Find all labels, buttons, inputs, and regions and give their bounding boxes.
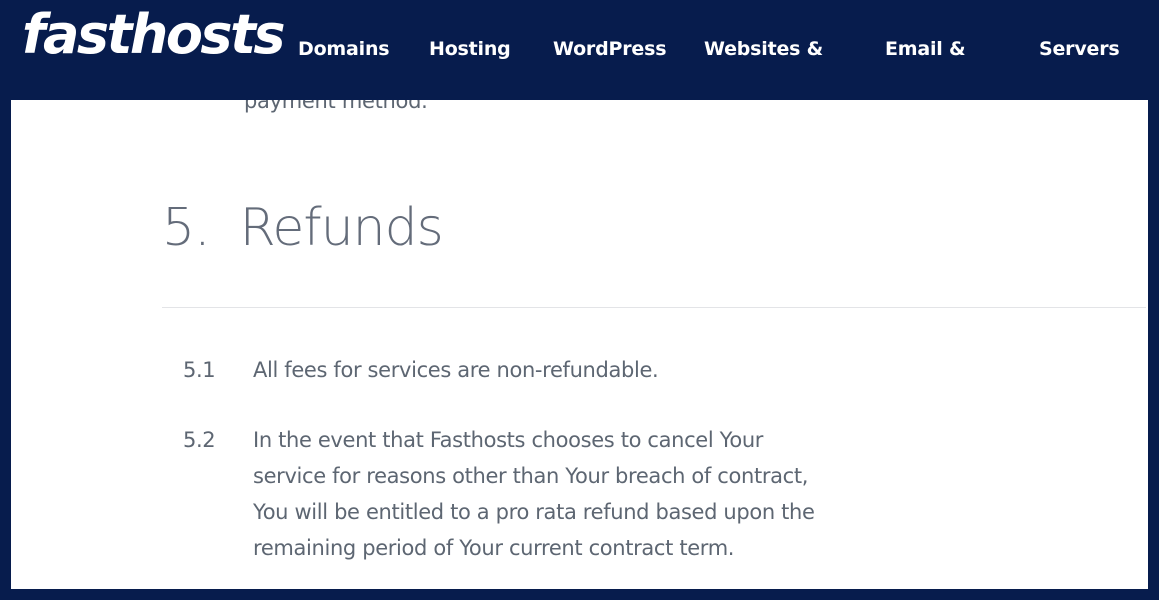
clause-number: 5.1	[183, 358, 216, 382]
clause-number: 5.2	[183, 428, 216, 452]
heading-divider	[162, 307, 1146, 308]
terms-content: payment method. 5. Refunds 5.1 All fees …	[11, 89, 1148, 589]
clause-list: 5.1 All fees for services are non-refund…	[11, 352, 1148, 589]
clause-item: 5.2 In the event that Fasthosts chooses …	[11, 422, 1148, 566]
nav-item-email[interactable]: Email &	[885, 38, 966, 60]
browser-page: fasthosts Domains Hosting WordPress Webs…	[0, 0, 1159, 600]
section-number: 5.	[162, 198, 211, 258]
clause-text: All fees for services are non-refundable…	[253, 358, 659, 382]
nav-item-wordpress[interactable]: WordPress	[553, 38, 667, 60]
nav-item-servers[interactable]: Servers	[1039, 38, 1120, 60]
site-header: fasthosts Domains Hosting WordPress Webs…	[11, 0, 1148, 100]
clause-item: 5.1 All fees for services are non-refund…	[11, 352, 1148, 388]
nav-item-domains[interactable]: Domains	[298, 38, 390, 60]
nav-item-hosting[interactable]: Hosting	[429, 38, 511, 60]
section-heading: 5. Refunds	[162, 198, 444, 258]
section-title: Refunds	[239, 198, 444, 258]
nav-item-websites[interactable]: Websites &	[704, 38, 823, 60]
clause-text: In the event that Fasthosts chooses to c…	[253, 428, 815, 560]
main-navigation: Domains Hosting WordPress Websites & Ema…	[288, 38, 1148, 72]
fasthosts-logo[interactable]: fasthosts	[22, 8, 286, 62]
